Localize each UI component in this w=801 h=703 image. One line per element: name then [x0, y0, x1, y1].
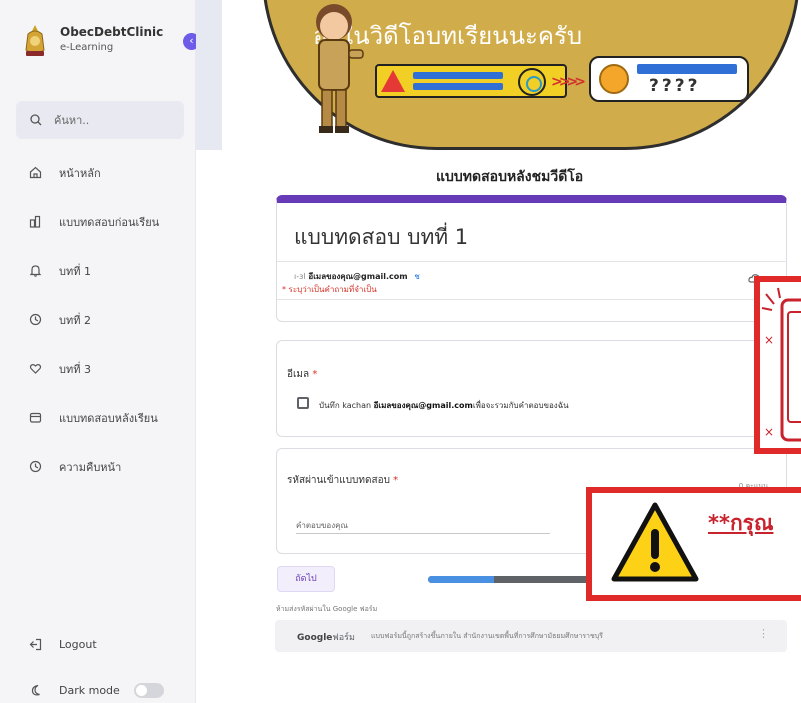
email-question-card: อีเมล * บันทึก kachan อีเมลของคุณ@gmail.…: [276, 340, 787, 437]
password-question-label: รหัสผ่านเข้าแบบทดสอบ *: [287, 473, 398, 488]
record-email-label: บันทึก kachan อีเมลของคุณ@gmail.comเพื่อ…: [319, 399, 569, 412]
sidebar-item-label: หน้าหลัก: [59, 166, 101, 180]
search-box[interactable]: ค้นหา..: [16, 101, 184, 139]
sidebar-item-progress[interactable]: ความคืบหน้า: [29, 442, 159, 491]
code-placeholder: ????: [649, 76, 701, 96]
alert-title: **กรุณ: [708, 511, 774, 535]
moon-icon: [31, 684, 40, 696]
required-mark: *: [312, 369, 318, 380]
record-email: อีเมลของคุณ@gmail.com: [373, 401, 473, 410]
brand-title: ObecDebtClinic: [60, 25, 164, 39]
alert-box-small: × ×: [754, 276, 801, 454]
record-suffix: เพื่อจะรวมกับคำตอบของฉัน: [472, 401, 569, 410]
home-icon: [29, 166, 42, 179]
clock-icon: [29, 313, 42, 326]
divider: [277, 299, 786, 300]
sidebar-item-chapter-2[interactable]: บทที่ 2: [29, 295, 159, 344]
sidebar-item-chapter-1[interactable]: บทที่ 1: [29, 246, 159, 295]
play-circle-icon: [518, 68, 546, 96]
sidebar-item-label: บทที่ 3: [59, 362, 91, 376]
code-bar: [637, 64, 737, 74]
warning-icon: [381, 70, 405, 92]
footer-text: แบบฟอร์มนี้ถูกสร้างขึ้นภายใน สำนักงานเขต…: [371, 632, 603, 640]
required-note: * ระบุว่าเป็นคำถามที่จำเป็น: [282, 285, 377, 294]
teacher-illustration-icon: [316, 4, 364, 133]
alert-illustration-icon: × ×: [761, 287, 801, 442]
warning-triangle-icon: [611, 502, 699, 582]
email-prefix: ı-ɜl: [294, 272, 306, 281]
sidebar-item-label: บทที่ 1: [59, 264, 91, 278]
record-email-checkbox[interactable]: [297, 397, 309, 409]
required-mark: *: [393, 475, 399, 486]
logout-button[interactable]: Logout: [29, 638, 97, 651]
svg-text:×: ×: [764, 425, 774, 439]
bell-icon: [29, 265, 42, 277]
divider: [277, 261, 786, 262]
logout-icon: [29, 638, 42, 651]
wallet-icon: [29, 412, 42, 423]
sidebar-item-label: บทที่ 2: [59, 313, 91, 327]
form-title: แบบทดสอบ บทที่ 1: [294, 225, 469, 249]
code-box: ????: [589, 56, 749, 102]
svg-text:×: ×: [764, 333, 774, 347]
sidebar-item-label: แบบทดสอบก่อนเรียน: [59, 215, 160, 229]
clock-icon: [29, 460, 42, 473]
progress-fill: [428, 576, 494, 583]
sidebar-item-label: ความคืบหน้า: [59, 460, 122, 474]
footer-brand-suffix: ฟอร์ม: [332, 633, 355, 643]
search-label: ค้นหา..: [54, 114, 90, 127]
dark-mode-row: Dark mode: [29, 683, 164, 698]
chevron-left-icon: ‹: [189, 34, 194, 47]
progress-bar: [428, 576, 593, 583]
sidebar: ObecDebtClinic e-Learning ค้นหา.. หน้าหล…: [0, 0, 196, 703]
sidebar-strip: [196, 0, 222, 150]
more-options-icon[interactable]: ⋮: [758, 627, 769, 640]
dark-mode-toggle[interactable]: [133, 683, 164, 698]
sidebar-item-label: แบบทดสอบหลังเรียน: [59, 411, 158, 425]
heart-icon: [29, 363, 42, 374]
answer-input[interactable]: คำตอบของคุณ: [296, 519, 348, 532]
sidebar-item-chapter-3[interactable]: บทที่ 3: [29, 344, 159, 393]
sidebar-item-posttest[interactable]: แบบทดสอบหลังเรียน: [29, 393, 159, 442]
answer-underline: [296, 533, 550, 534]
alert-box-big: **กรุณ: [586, 487, 801, 601]
question-text: รหัสผ่านเข้าแบบทดสอบ: [287, 475, 390, 486]
account-email-line: ı-ɜl อีเมลของคุณ@gmail.com ช: [294, 270, 420, 283]
record-prefix: บันทึก kachan: [319, 401, 372, 410]
logout-label: Logout: [59, 638, 97, 651]
brand[interactable]: ObecDebtClinic e-Learning: [22, 24, 163, 58]
search-icon: [30, 114, 42, 126]
google-forms-note: ห้ามส่งรหัสผ่านใน Google ฟอร์ม: [276, 605, 378, 613]
account-email: อีเมลของคุณ@gmail.com: [308, 272, 408, 281]
switch-account-link[interactable]: ช: [414, 272, 419, 281]
google-forms-brand: Googleฟอร์ม: [297, 630, 355, 644]
footer-brand-google: Google: [297, 633, 333, 643]
brand-subtitle: e-Learning: [60, 42, 114, 53]
brand-logo-icon: [22, 24, 48, 58]
sidebar-nav: หน้าหลัก แบบทดสอบก่อนเรียน บทที่ 1 บทที่…: [29, 148, 159, 491]
question-text: อีเมล: [287, 369, 310, 380]
seal-icon: [599, 64, 629, 94]
warning-lines: [413, 72, 503, 90]
arrow-icon: >>>>: [551, 74, 586, 90]
forms-footer: Googleฟอร์ม แบบฟอร์มนี้ถูกสร้างขึ้นภายใน…: [275, 620, 787, 652]
sidebar-item-home[interactable]: หน้าหลัก: [29, 148, 159, 197]
email-question-label: อีเมล *: [287, 367, 317, 382]
page-heading: แบบทดสอบหลังชมวีดีโอ: [436, 169, 584, 185]
next-button[interactable]: ถัดไป: [277, 566, 335, 592]
form-header-card: แบบทดสอบ บทที่ 1 ı-ɜl อีเมลของคุณ@gmail.…: [276, 195, 787, 322]
sidebar-item-pretest[interactable]: แบบทดสอบก่อนเรียน: [29, 197, 159, 246]
dark-mode-label: Dark mode: [59, 684, 120, 697]
test-icon: [29, 215, 41, 228]
